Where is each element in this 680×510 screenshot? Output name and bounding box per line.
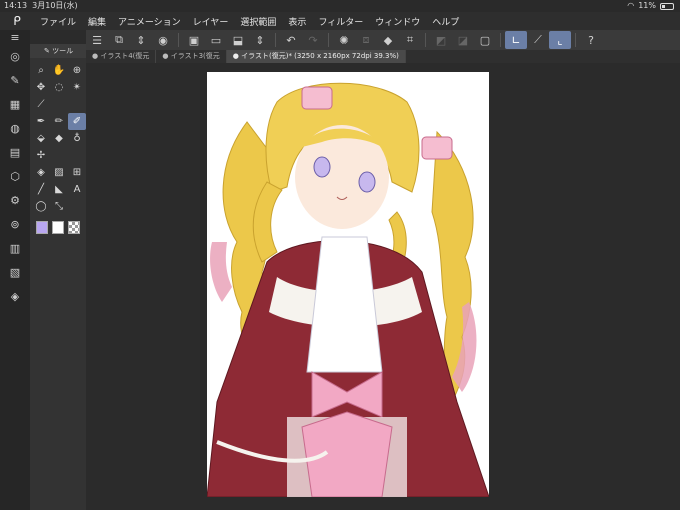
clear-icon[interactable]: ◩ — [430, 31, 452, 49]
main-color-swatch[interactable] — [36, 221, 48, 234]
app-logo-icon[interactable]: ᑭ — [0, 14, 34, 28]
menu-filter[interactable]: フィルター — [312, 15, 369, 28]
stepper-icon-2[interactable]: ⇕ — [249, 31, 271, 49]
pen-icon[interactable]: ✒ — [32, 113, 50, 130]
status-right: ◠ 11% — [627, 0, 674, 12]
hand-icon[interactable]: ✋ — [50, 62, 68, 79]
sub-color-swatch[interactable] — [52, 221, 64, 234]
color-history-icon[interactable]: ◍ — [0, 116, 30, 140]
text-icon[interactable]: A — [68, 181, 86, 198]
lasso-icon[interactable]: ◌ — [50, 79, 68, 96]
menu-bar: ᑭ ファイル 編集 アニメーション レイヤー 選択範囲 表示 フィルター ウィン… — [0, 12, 680, 30]
sub-tool-icon[interactable]: ✎ — [0, 68, 30, 92]
new-file-icon[interactable]: ▣ — [183, 31, 205, 49]
tab-illust4[interactable]: ● イラスト4(復元 — [86, 50, 157, 63]
edge-snap-icon[interactable]: ⌞ — [549, 31, 571, 49]
fill-icon[interactable]: ◆ — [377, 31, 399, 49]
tab-illust3[interactable]: ● イラスト3(復元 — [156, 50, 227, 63]
tool-panel-header: ✎ ツール — [30, 44, 86, 58]
tab-illust-current[interactable]: ● イラスト(復元)* (3250 x 2160px 72dpi 39.3%) — [226, 50, 406, 63]
menu-view[interactable]: 表示 — [282, 15, 312, 28]
menu-animation[interactable]: アニメーション — [112, 15, 187, 28]
transparent-color-swatch[interactable] — [68, 221, 80, 234]
status-bar: 14:13 3月10日(水) ◠ 11% — [0, 0, 680, 12]
correct-line-icon[interactable]: ⤡ — [50, 198, 68, 215]
frame-icon[interactable]: ▢ — [474, 31, 496, 49]
frame-border-icon[interactable]: ⊞ — [68, 164, 86, 181]
toolbar-grip-icon: ≡ — [10, 30, 20, 44]
ruler-icon[interactable]: ◣ — [50, 181, 68, 198]
layer-list-icon[interactable]: ▧ — [0, 260, 30, 284]
help-icon[interactable]: ? — [580, 31, 602, 49]
zoom-icon[interactable]: ⌕ — [32, 62, 50, 79]
fill-bucket-icon[interactable]: ◈ — [32, 164, 50, 181]
menu-window[interactable]: ウィンドウ — [369, 15, 426, 28]
canvas-area[interactable] — [86, 63, 680, 510]
brush-icon[interactable]: ✐ — [68, 113, 86, 130]
pencil-icon[interactable]: ✏ — [50, 113, 68, 130]
gradient-icon[interactable]: ▨ — [50, 164, 68, 181]
menu-edit[interactable]: 編集 — [82, 15, 112, 28]
balloon-icon[interactable]: ◯ — [32, 198, 50, 215]
airbrush-icon[interactable]: ⬙ — [32, 130, 50, 147]
document-tabs: ● イラスト4(復元 ● イラスト3(復元 ● イラスト(復元)* (3250 … — [86, 50, 680, 63]
menu-layer[interactable]: レイヤー — [187, 15, 235, 28]
palette-icon[interactable]: ▤ — [0, 140, 30, 164]
left-icon-bar: ≡ ◎ ✎ ▦ ◍ ▤ ⬡ ⚙ ⊚ ▥ ▧ ◈ — [0, 30, 30, 510]
stepper-icon[interactable]: ⇕ — [130, 31, 152, 49]
menu-help[interactable]: ヘルプ — [426, 15, 465, 28]
illustration-canvas[interactable] — [207, 72, 489, 497]
figure-icon[interactable]: ╱ — [32, 181, 50, 198]
wifi-icon: ◠ — [627, 1, 635, 10]
redo-icon[interactable]: ↷ — [302, 31, 324, 49]
undo-icon[interactable]: ↶ — [280, 31, 302, 49]
crop-icon[interactable]: ⌗ — [399, 31, 421, 49]
invert-icon[interactable]: ◪ — [452, 31, 474, 49]
menu-selection[interactable]: 選択範囲 — [234, 15, 282, 28]
brush-size-icon[interactable]: ⊚ — [0, 212, 30, 236]
layer-property-icon[interactable]: ▥ — [0, 236, 30, 260]
eraser-icon[interactable]: ◆ — [50, 130, 68, 147]
brush-snap-icon[interactable]: ⟋ — [527, 31, 549, 49]
copy-icon[interactable]: ⧈ — [355, 31, 377, 49]
status-time-date: 14:13 3月10日(水) — [4, 1, 78, 10]
material-icon[interactable]: ⬡ — [0, 164, 30, 188]
operation-icon[interactable]: ⊕ — [68, 62, 86, 79]
move-icon[interactable]: ✥ — [32, 79, 50, 96]
loading-icon[interactable]: ✺ — [333, 31, 355, 49]
transform-icon[interactable]: ⧉ — [108, 31, 130, 49]
layers-icon[interactable]: ◈ — [0, 284, 30, 308]
magic-wand-icon[interactable]: ✴ — [68, 79, 86, 96]
hamburger-menu-icon[interactable]: ☰ — [86, 31, 108, 49]
battery-icon — [660, 2, 674, 10]
ruler-snap-icon[interactable]: ∟ — [505, 31, 527, 49]
blend-icon[interactable]: ♁ — [68, 130, 86, 147]
battery-percent: 11% — [638, 1, 656, 10]
command-bar: ☰ ⧉ ⇕ ◉ ▣ ▭ ⬓ ⇕ ↶ ↷ ✺ ⧈ ◆ ⌗ ◩ ◪ ▢ ∟ ⟋ ⌞ … — [86, 30, 680, 50]
color-wheel-icon[interactable]: ▦ — [0, 92, 30, 116]
menu-file[interactable]: ファイル — [34, 15, 82, 28]
camera-icon[interactable]: ◉ — [152, 31, 174, 49]
open-folder-icon[interactable]: ▭ — [205, 31, 227, 49]
sparkle-icon[interactable]: ✢ — [32, 147, 50, 164]
eyedropper-icon[interactable]: ⟋ — [32, 96, 50, 113]
tool-panel: ✎ ツール ⌕ ✋ ⊕ ✥ ◌ ✴ ⟋ ✒ ✏ ✐ ⬙ ◆ ♁ ✢ ◈ ▨ ⊞ … — [30, 44, 86, 510]
artwork-illustration — [207, 82, 489, 497]
tool-property-icon[interactable]: ⚙ — [0, 188, 30, 212]
save-icon[interactable]: ⬓ — [227, 31, 249, 49]
navigator-icon[interactable]: ◎ — [0, 44, 30, 68]
